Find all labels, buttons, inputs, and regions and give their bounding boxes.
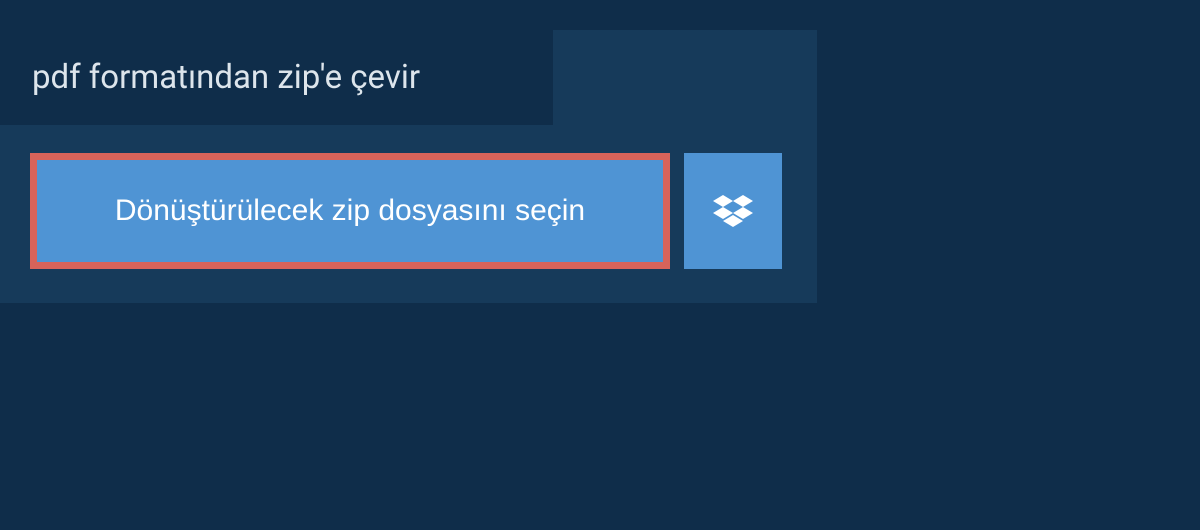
panel-header: pdf formatından zip'e çevir	[0, 30, 553, 125]
select-file-button[interactable]: Dönüştürülecek zip dosyasını seçin	[30, 153, 670, 269]
select-file-label: Dönüştürülecek zip dosyasını seçin	[115, 194, 585, 227]
button-row: Dönüştürülecek zip dosyasını seçin	[0, 125, 817, 303]
dropbox-button[interactable]	[684, 153, 782, 269]
dropbox-icon	[713, 191, 753, 231]
page-title: pdf formatından zip'e çevir	[32, 58, 521, 97]
converter-panel: pdf formatından zip'e çevir Dönüştürülec…	[0, 30, 817, 303]
